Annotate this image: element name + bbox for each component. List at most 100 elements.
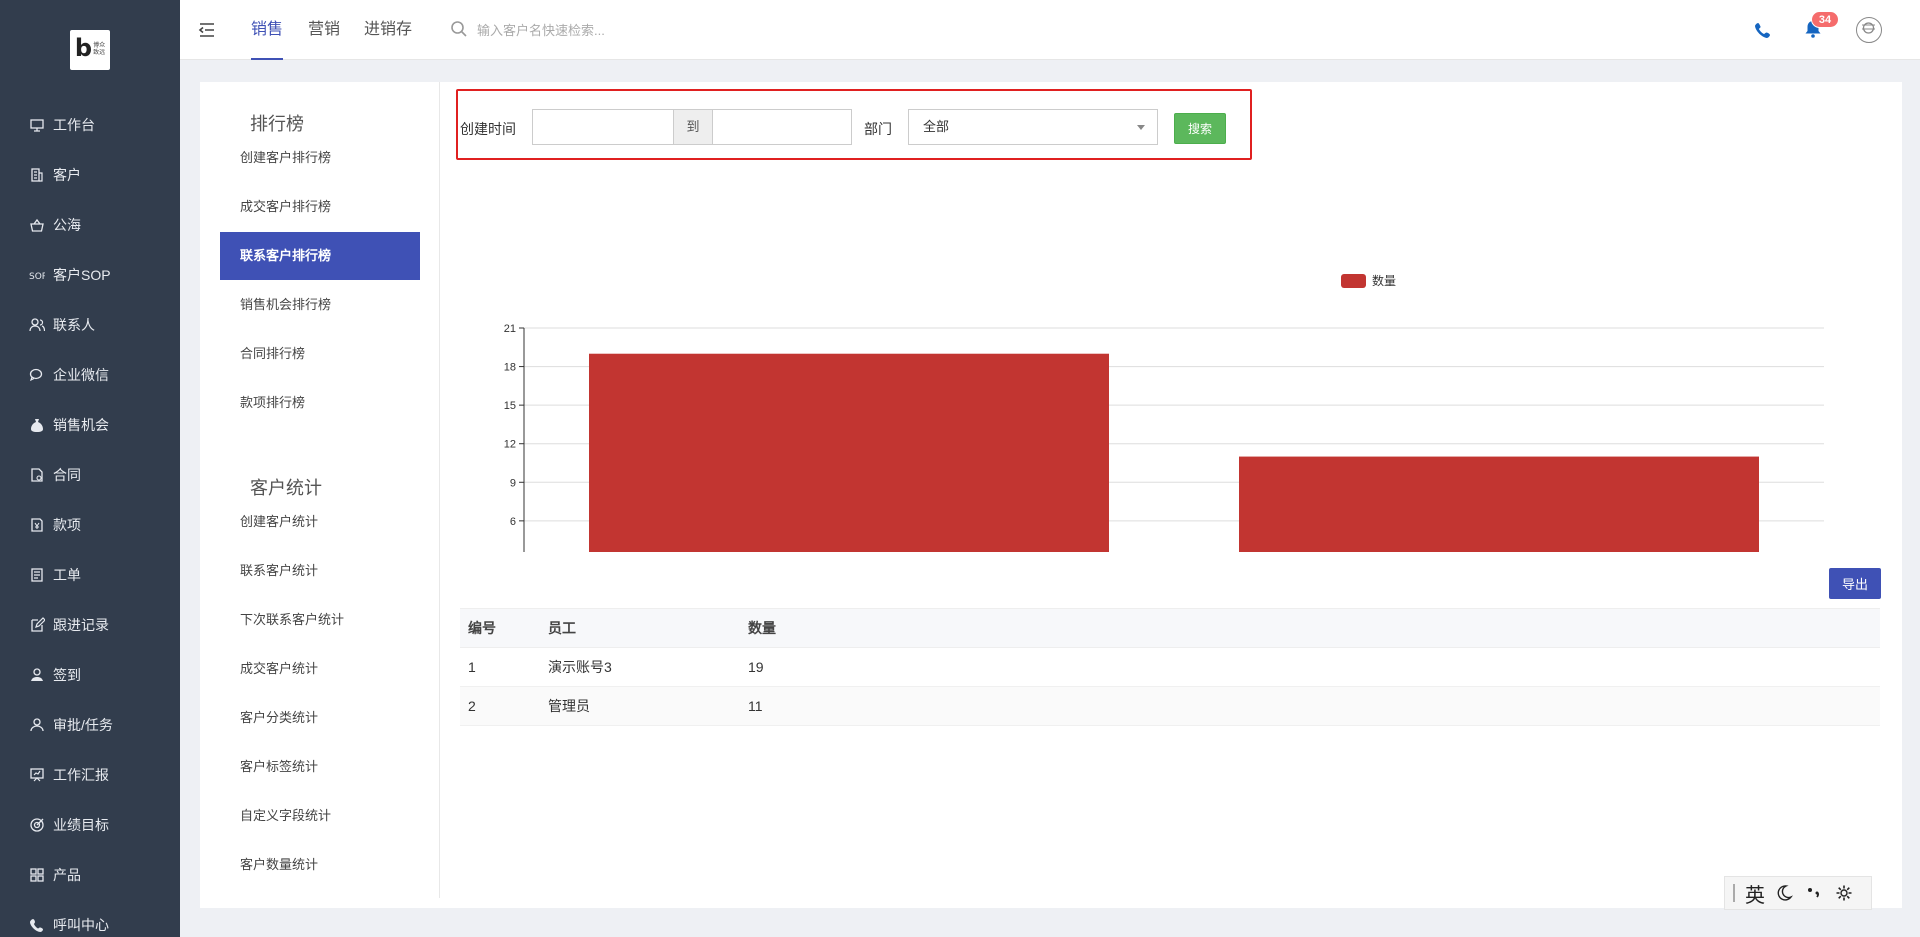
- cell-count: 11: [740, 686, 1880, 726]
- menu-collapse-icon[interactable]: [197, 20, 217, 40]
- department-select[interactable]: 全部: [908, 109, 1158, 145]
- call-center-icon: [28, 916, 46, 934]
- wechat-icon: [28, 366, 46, 384]
- main-card: 排行榜 创建客户排行榜 成交客户排行榜 联系客户排行榜 销售机会排行榜 合同排行榜 款项排…: [200, 82, 1902, 908]
- building-icon: [28, 166, 46, 184]
- sidebar-item-13[interactable]: 工作汇报: [0, 750, 180, 800]
- subnav-item-group2_items-6[interactable]: 自定义字段统计: [220, 792, 420, 840]
- search-button[interactable]: 搜索: [1174, 113, 1226, 144]
- end-date-input[interactable]: [713, 110, 851, 144]
- sidebar-item-15[interactable]: 产品: [0, 850, 180, 900]
- approval-icon: [28, 716, 46, 734]
- tab-marketing[interactable]: 营销: [308, 0, 340, 60]
- sidebar-item-1[interactable]: 客户: [0, 150, 180, 200]
- legend-label: 数量: [1372, 273, 1396, 288]
- sidebar-item-11[interactable]: 签到: [0, 650, 180, 700]
- date-range-separator: 到: [673, 110, 713, 144]
- sidebar-item-7[interactable]: 合同: [0, 450, 180, 500]
- sidebar-item-3[interactable]: SOP 客户SOP: [0, 250, 180, 300]
- column-header-count: 数量: [740, 608, 1880, 648]
- sidebar-item-label: 客户: [53, 167, 81, 183]
- svg-text:SOP: SOP: [29, 272, 45, 282]
- y-tick-label: 12: [504, 439, 516, 451]
- subnav-item-group1_items-1[interactable]: 成交客户排行榜: [220, 183, 420, 231]
- notification-badge: 34: [1811, 11, 1839, 28]
- sidebar-item-4[interactable]: 联系人: [0, 300, 180, 350]
- avatar[interactable]: [1856, 17, 1882, 43]
- monitor-icon: [28, 116, 46, 134]
- search-icon: [451, 21, 467, 37]
- contacts-icon: [28, 316, 46, 334]
- subnav-item-group1_items-4[interactable]: 合同排行榜: [220, 330, 420, 378]
- sidebar-item-label: 工单: [53, 567, 81, 583]
- customer-search-input[interactable]: [477, 18, 777, 42]
- subnav-item-group2_items-1[interactable]: 联系客户统计: [220, 547, 420, 595]
- subnav-item-group2_items-4[interactable]: 客户分类统计: [220, 694, 420, 742]
- table-body: 1 演示账号3 19 2 管理员 11: [460, 647, 1880, 726]
- subnav-item-group2_items-7[interactable]: 客户数量统计: [220, 841, 420, 889]
- subnav-item-group1_items-0[interactable]: 创建客户排行榜: [220, 134, 420, 182]
- sidebar-item-0[interactable]: 工作台: [0, 100, 180, 150]
- logo-line-2: 致远: [93, 50, 106, 56]
- subnav-item-group1_items-3[interactable]: 销售机会排行榜: [220, 281, 420, 329]
- target-icon: [28, 816, 46, 834]
- ranking-group-title: 排行榜: [250, 114, 304, 134]
- moon-icon[interactable]: [1775, 884, 1793, 902]
- subnav-item-group2_items-5[interactable]: 客户标签统计: [220, 743, 420, 791]
- sidebar-item-label: 联系人: [53, 317, 95, 333]
- sidebar-item-6[interactable]: 销售机会: [0, 400, 180, 450]
- sidebar-item-12[interactable]: 审批/任务: [0, 700, 180, 750]
- sidebar-item-label: 呼叫中心: [53, 917, 109, 933]
- sidebar-item-label: 公海: [53, 217, 81, 233]
- gear-icon[interactable]: [1835, 884, 1853, 902]
- app-logo[interactable]: b 博众 致远: [70, 30, 110, 70]
- sidebar-item-label: 工作汇报: [53, 767, 109, 783]
- sop-icon: SOP: [28, 266, 46, 284]
- punctuation-icon[interactable]: [1805, 884, 1823, 902]
- subnav-item-group2_items-0[interactable]: 创建客户统计: [220, 498, 420, 546]
- y-tick-label: 9: [510, 477, 516, 489]
- sidebar-item-8[interactable]: 款项: [0, 500, 180, 550]
- sidebar-item-label: 销售机会: [53, 417, 109, 433]
- sidebar-item-9[interactable]: 工单: [0, 550, 180, 600]
- chevron-down-icon: [1137, 125, 1145, 130]
- sidebar-item-16[interactable]: 呼叫中心: [0, 900, 180, 937]
- cell-employee: 演示账号3: [540, 647, 740, 687]
- sidebar-item-label: 企业微信: [53, 367, 109, 383]
- start-date-input[interactable]: [533, 110, 673, 144]
- subnav-item-group1_items-5[interactable]: 款项排行榜: [220, 379, 420, 427]
- sidebar-nav: 工作台客户公海 SOP 客户SOP 联系人企业微信销售机会合同 款项工单跟进记录 签到 审批…: [0, 100, 180, 937]
- basket-icon: [28, 216, 46, 234]
- subnav-item-group2_items-3[interactable]: 成交客户统计: [220, 645, 420, 693]
- export-button[interactable]: 导出: [1829, 568, 1881, 599]
- sidebar-item-5[interactable]: 企业微信: [0, 350, 180, 400]
- ime-language-toggle[interactable]: 英: [1745, 879, 1765, 908]
- table-header-row: 编号 员工 数量: [460, 608, 1880, 648]
- grid-icon: [28, 866, 46, 884]
- sidebar-item-10[interactable]: 跟进记录: [0, 600, 180, 650]
- subnav-item-group2_items-2[interactable]: 下次联系客户统计: [220, 596, 420, 644]
- tab-inventory[interactable]: 进销存: [364, 0, 412, 60]
- date-range-group: 到: [532, 109, 852, 145]
- sidebar-item-label: 产品: [53, 867, 81, 883]
- column-header-id: 编号: [460, 608, 540, 648]
- bar: [589, 353, 1109, 552]
- column-header-employee: 员工: [540, 608, 740, 648]
- phone-icon[interactable]: [1753, 20, 1773, 40]
- y-tick-label: 18: [504, 362, 516, 374]
- sidebar-item-2[interactable]: 公海: [0, 200, 180, 250]
- customer-stats-group-title: 客户统计: [250, 478, 322, 498]
- subnav-item-group1_items-2[interactable]: 联系客户排行榜: [220, 232, 420, 280]
- ime-drag-handle[interactable]: [1733, 884, 1735, 902]
- y-tick-label: 15: [504, 400, 516, 412]
- checkin-icon: [28, 666, 46, 684]
- filter-panel: 创建时间 到 部门 全部 搜索: [456, 89, 1252, 160]
- bar: [1239, 456, 1759, 552]
- payment-icon: [28, 516, 46, 534]
- tab-sales[interactable]: 销售: [251, 0, 284, 60]
- sidebar-item-14[interactable]: 业绩目标: [0, 800, 180, 850]
- report-subnav: 排行榜 创建客户排行榜 成交客户排行榜 联系客户排行榜 销售机会排行榜 合同排行榜 款项排…: [200, 82, 440, 898]
- ranking-table: 编号 员工 数量 1 演示账号3 19 2 管理员 11: [460, 608, 1880, 726]
- sidebar: b 博众 致远 工作台客户公海 SOP 客户SOP 联系人企业微信销售机会合同 款项工单…: [0, 0, 180, 937]
- edit-icon: [28, 616, 46, 634]
